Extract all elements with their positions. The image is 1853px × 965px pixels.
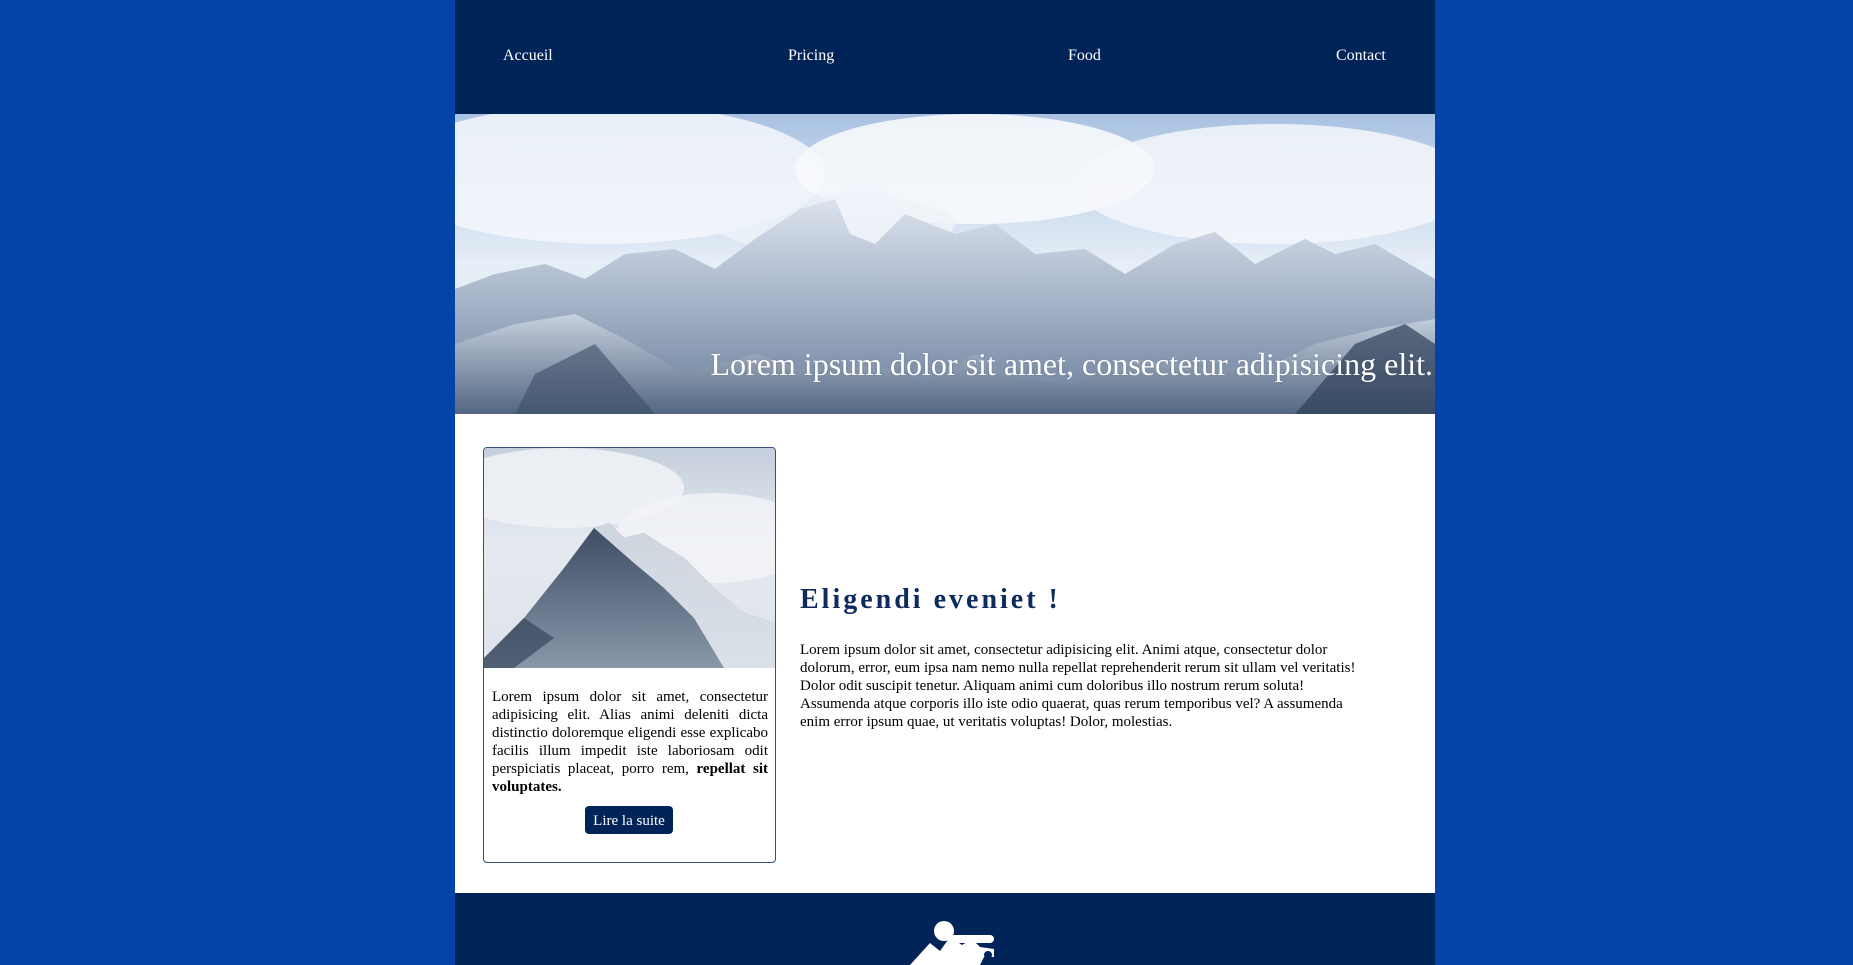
card-mountain-image <box>484 448 775 668</box>
hero-caption: Lorem ipsum dolor sit amet, consectetur … <box>710 346 1434 382</box>
top-nav: Accueil Pricing Food Contact <box>455 0 1435 114</box>
nav-item-food[interactable]: Food <box>1068 47 1101 65</box>
article-title: Eligendi eveniet ! <box>800 584 1061 615</box>
nav-item-pricing[interactable]: Pricing <box>788 47 834 65</box>
read-more-button[interactable]: Lire la suite <box>585 806 673 834</box>
article-body: Lorem ipsum dolor sit amet, consectetur … <box>800 642 1356 730</box>
card-text: Lorem ipsum dolor sit amet, consectetur … <box>492 688 768 796</box>
mountain-logo-icon <box>910 921 994 965</box>
footer <box>455 893 1435 965</box>
page-container: Accueil Pricing Food Contact Lorem ipsum… <box>455 0 1435 965</box>
article-card: Lorem ipsum dolor sit amet, consectetur … <box>483 447 776 863</box>
nav-item-accueil[interactable]: Accueil <box>503 47 553 65</box>
hero-banner: Lorem ipsum dolor sit amet, consectetur … <box>455 114 1435 414</box>
nav-item-contact[interactable]: Contact <box>1336 47 1386 65</box>
